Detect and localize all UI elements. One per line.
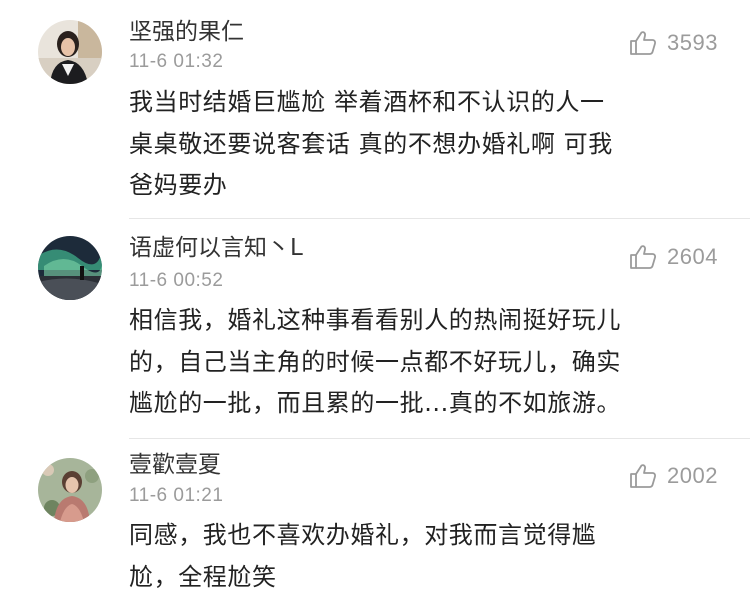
comment-text-line: 同感，我也不喜欢办婚礼，对我而言觉得尴 (129, 521, 597, 549)
comment-text-line: 相信我，婚礼这种事看看别人的热闹挺好玩儿 (129, 306, 621, 334)
comment-text-line: 爸妈要办 (129, 171, 228, 199)
avatar-woman-portrait-icon (38, 20, 102, 84)
timestamp: 11-6 01:32 (129, 51, 224, 72)
comment-text: 我当时结婚巨尴尬 举着酒杯和不认识的人一 桌桌敬还要说客套话 真的不想办婚礼啊 … (129, 82, 719, 207)
like-button[interactable]: 3593 (629, 28, 718, 58)
comment-text-line: 桌桌敬还要说客套话 真的不想办婚礼啊 可我 (129, 129, 613, 158)
avatar[interactable] (38, 20, 102, 84)
username[interactable]: 壹歡壹夏 (129, 450, 221, 480)
comment-text-line: 尬，全程尬笑 (129, 562, 277, 591)
avatar[interactable] (38, 236, 102, 300)
comment-text-line: 的，自己当主角的时候一点都不好玩儿，确实 (129, 347, 621, 376)
username[interactable]: 语虚何以言知丶L (129, 233, 303, 263)
username[interactable]: 坚强的果仁 (129, 17, 244, 47)
comment-item: 坚强的果仁 11-6 01:32 3593 我当时结婚巨尴尬 举着酒杯和不认识的… (0, 0, 750, 219)
comment-item: 壹歡壹夏 11-6 01:21 2002 同感，我也不喜欢办婚礼，对我而言觉得尴… (0, 439, 750, 610)
comment-text: 同感，我也不喜欢办婚礼，对我而言觉得尴 尬，全程尬笑 (129, 515, 719, 598)
thumbs-up-icon (630, 464, 657, 488)
timestamp: 11-6 01:21 (129, 485, 224, 506)
like-count: 2002 (667, 463, 718, 488)
avatar-girl-flowers-icon (38, 458, 102, 522)
comment-item: 语虚何以言知丶L 11-6 00:52 2604 相信我，婚礼这种事看看别人的热… (0, 219, 750, 439)
avatar-aurora-landscape-icon (38, 236, 102, 300)
comment-text: 相信我，婚礼这种事看看别人的热闹挺好玩儿 的，自己当主角的时候一点都不好玩儿，确… (129, 300, 719, 425)
like-button[interactable]: 2604 (629, 242, 718, 272)
thumbs-up-icon (630, 31, 657, 55)
comment-text-line: 尴尬的一批，而且累的一批...真的不如旅游。 (129, 389, 622, 417)
comment-text-line: 我当时结婚巨尴尬 举着酒杯和不认识的人一 (129, 88, 605, 116)
timestamp: 11-6 00:52 (129, 270, 224, 291)
like-count: 3593 (667, 30, 718, 55)
thumbs-up-icon (630, 245, 657, 269)
avatar[interactable] (38, 458, 102, 522)
like-button[interactable]: 2002 (629, 461, 718, 491)
like-count: 2604 (667, 244, 718, 269)
